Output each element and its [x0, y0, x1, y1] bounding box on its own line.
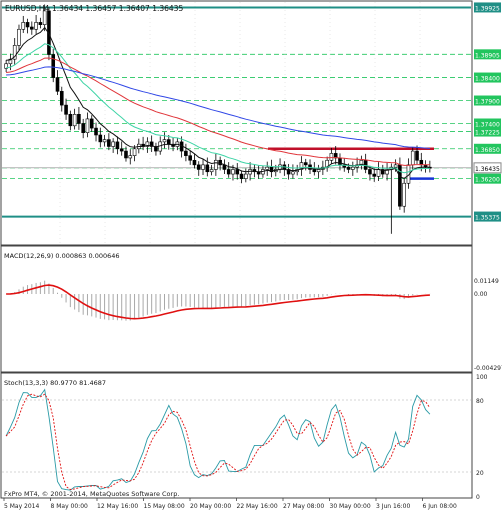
- candle-body: [166, 139, 171, 145]
- candle-body: [111, 141, 115, 147]
- trading-chart-window[interactable]: 1.39925 1.38905 1.38400 1.37900 1.37400 1.372…: [0, 0, 502, 510]
- candle-body: [218, 159, 222, 166]
- candle-body: [291, 171, 295, 175]
- candle-body: [329, 153, 334, 161]
- candle-body: [119, 148, 124, 152]
- candle-body: [393, 164, 398, 168]
- time-axis-label: 12 May 16:00: [97, 503, 138, 510]
- candle-body: [402, 182, 406, 207]
- price-axis-label: 1.38905: [475, 52, 500, 59]
- candle-body: [85, 118, 90, 133]
- time-axis-label: 3 Jun 16:00: [376, 503, 410, 510]
- price-axis-label: 1.36435: [475, 166, 500, 173]
- time-axis-label: 27 May 08:00: [283, 503, 324, 510]
- macd-axis-label: -0.004297: [474, 365, 502, 372]
- candle-body: [192, 159, 197, 166]
- price-axis-label: 1.39925: [475, 5, 500, 12]
- candle-body: [30, 26, 34, 30]
- candle-body: [34, 22, 38, 30]
- candle-body: [102, 139, 107, 143]
- candle-body: [184, 150, 188, 156]
- candle-body: [38, 22, 43, 25]
- price-axis-label: 1.37900: [475, 99, 500, 106]
- candle-body: [17, 28, 21, 46]
- candle-body: [312, 169, 317, 173]
- candle-body: [415, 150, 419, 161]
- candle-body: [107, 139, 111, 147]
- candle-body: [21, 22, 26, 30]
- candle-body: [338, 157, 342, 166]
- candle-body: [205, 164, 210, 173]
- price-axis-label: 1.35375: [475, 215, 500, 222]
- stoch-title: Stoch(13,3,3) 80.9770 81.4687: [4, 379, 106, 387]
- candle-body: [68, 114, 73, 127]
- candle-body: [244, 173, 248, 179]
- candle-body: [226, 169, 231, 175]
- price-axis-label: 1.37225: [475, 130, 500, 137]
- candle-body: [265, 166, 270, 170]
- candle-body: [235, 169, 240, 175]
- candle-body: [368, 169, 372, 175]
- time-axis-label: 15 May 08:00: [144, 503, 185, 510]
- candle-body: [94, 127, 98, 136]
- candle-body: [51, 54, 56, 78]
- candle-body: [201, 164, 205, 170]
- price-axis-label: 1.36850: [475, 147, 500, 154]
- macd-axis-label: 0.01149: [474, 278, 499, 285]
- stoch-axis-label: 0: [476, 494, 480, 501]
- candle-body: [316, 169, 321, 173]
- candle-body: [376, 169, 381, 177]
- macd-title: MACD(12,26,9) 0.000863 0.000646: [4, 252, 120, 260]
- candle-body: [231, 169, 235, 175]
- candle-body: [77, 114, 81, 124]
- candle-body: [98, 134, 103, 143]
- time-axis-label: 5 May 2014: [4, 503, 39, 510]
- candle-body: [162, 139, 167, 143]
- candle-body: [115, 141, 120, 150]
- copyright-text: FxPro MT4, © 2001-2014, MetaQuotes Softw…: [4, 490, 179, 498]
- candle-body: [410, 150, 415, 166]
- candle-body: [89, 118, 94, 129]
- time-axis-label: 22 May 16:00: [237, 503, 278, 510]
- stoch-axis-label: 100: [476, 374, 488, 381]
- candle-body: [209, 169, 214, 173]
- candle-body: [81, 123, 85, 133]
- candle-body: [55, 77, 60, 92]
- candle-body: [72, 114, 77, 127]
- candle-body: [64, 104, 68, 115]
- candle-body: [303, 162, 308, 166]
- time-axis-label: 8 May 00:00: [51, 503, 89, 510]
- candle-body: [239, 173, 244, 179]
- candle-body: [124, 150, 128, 159]
- stoch-axis-label: 20: [476, 470, 484, 477]
- time-axis-label: 30 May 00:00: [330, 503, 371, 510]
- chart-symbol: EURUSD,H4: [5, 4, 49, 13]
- candle-body: [59, 91, 64, 106]
- candle-body: [188, 155, 192, 161]
- candle-body: [372, 173, 377, 177]
- candle-body: [25, 22, 30, 28]
- time-axis-label: 6 Jun 08:00: [423, 503, 457, 510]
- candle-body: [351, 166, 355, 170]
- candle-body: [132, 148, 137, 156]
- chart-ohlc: 1.36434 1.36457 1.36407 1.36435: [52, 4, 183, 13]
- macd-axis-label: 0.00: [474, 291, 488, 298]
- candle-body: [196, 164, 201, 170]
- time-axis-label: 20 May 00:00: [190, 503, 231, 510]
- price-axis-label: 1.36200: [475, 177, 500, 184]
- stoch-axis-label: 80: [476, 398, 484, 405]
- candle-body: [214, 159, 218, 170]
- candle-body: [346, 166, 351, 170]
- price-axis-label: 1.38400: [475, 76, 500, 83]
- candle-body: [128, 155, 133, 159]
